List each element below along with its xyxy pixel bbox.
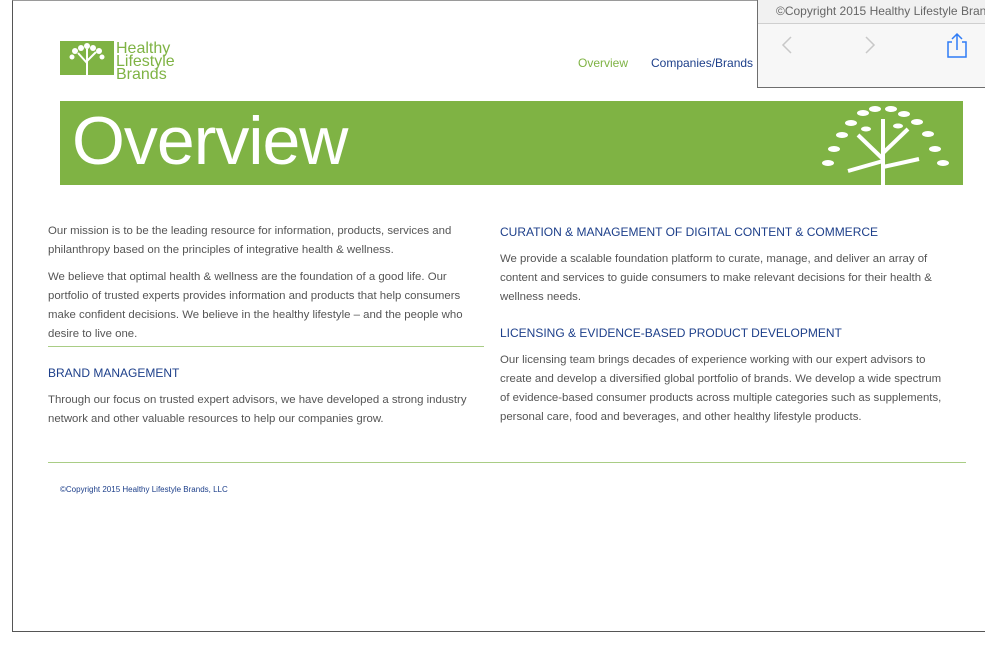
brand-management-heading: BRAND MANAGEMENT [48,366,180,380]
popover-title: ©Copyright 2015 Healthy Lifestyle Brands… [776,4,985,18]
section-divider [48,346,484,347]
share-popover: ©Copyright 2015 Healthy Lifestyle Brands… [757,0,985,88]
curation-heading: CURATION & MANAGEMENT OF DIGITAL CONTENT… [500,225,879,239]
logo[interactable]: Healthy Lifestyle Brands [60,41,210,89]
brand-management-paragraph: Through our focus on trusted expert advi… [48,394,467,425]
hero-title: Overview [72,103,348,179]
chevron-left-icon[interactable] [772,30,802,60]
mission-paragraph: Our mission is to be the leading resourc… [48,225,452,256]
popover-title-bar: ©Copyright 2015 Healthy Lifestyle Brands… [758,0,985,24]
tree-logo-icon [60,41,114,75]
belief-paragraph: We believe that optimal health & wellnes… [48,271,463,340]
footer-copyright: ©Copyright 2015 Healthy Lifestyle Brands… [60,485,228,494]
nav-companies-brands[interactable]: Companies/Brands [651,56,753,70]
hero-banner: Overview [60,101,963,185]
licensing-heading: LICENSING & EVIDENCE-BASED PRODUCT DEVEL… [500,326,842,340]
footer-divider [48,462,966,463]
page: Healthy Lifestyle Brands Overview Compan… [12,0,985,632]
curation-paragraph: We provide a scalable foundation platfor… [500,253,932,303]
chevron-right-icon[interactable] [855,30,885,60]
logo-line: Brands [116,66,167,83]
tree-icon [822,106,949,185]
logo-text: Healthy Lifestyle Brands [116,41,175,83]
nav-overview[interactable]: Overview [578,56,628,70]
licensing-paragraph: Our licensing team brings decades of exp… [500,354,942,423]
share-icon[interactable] [942,30,972,60]
